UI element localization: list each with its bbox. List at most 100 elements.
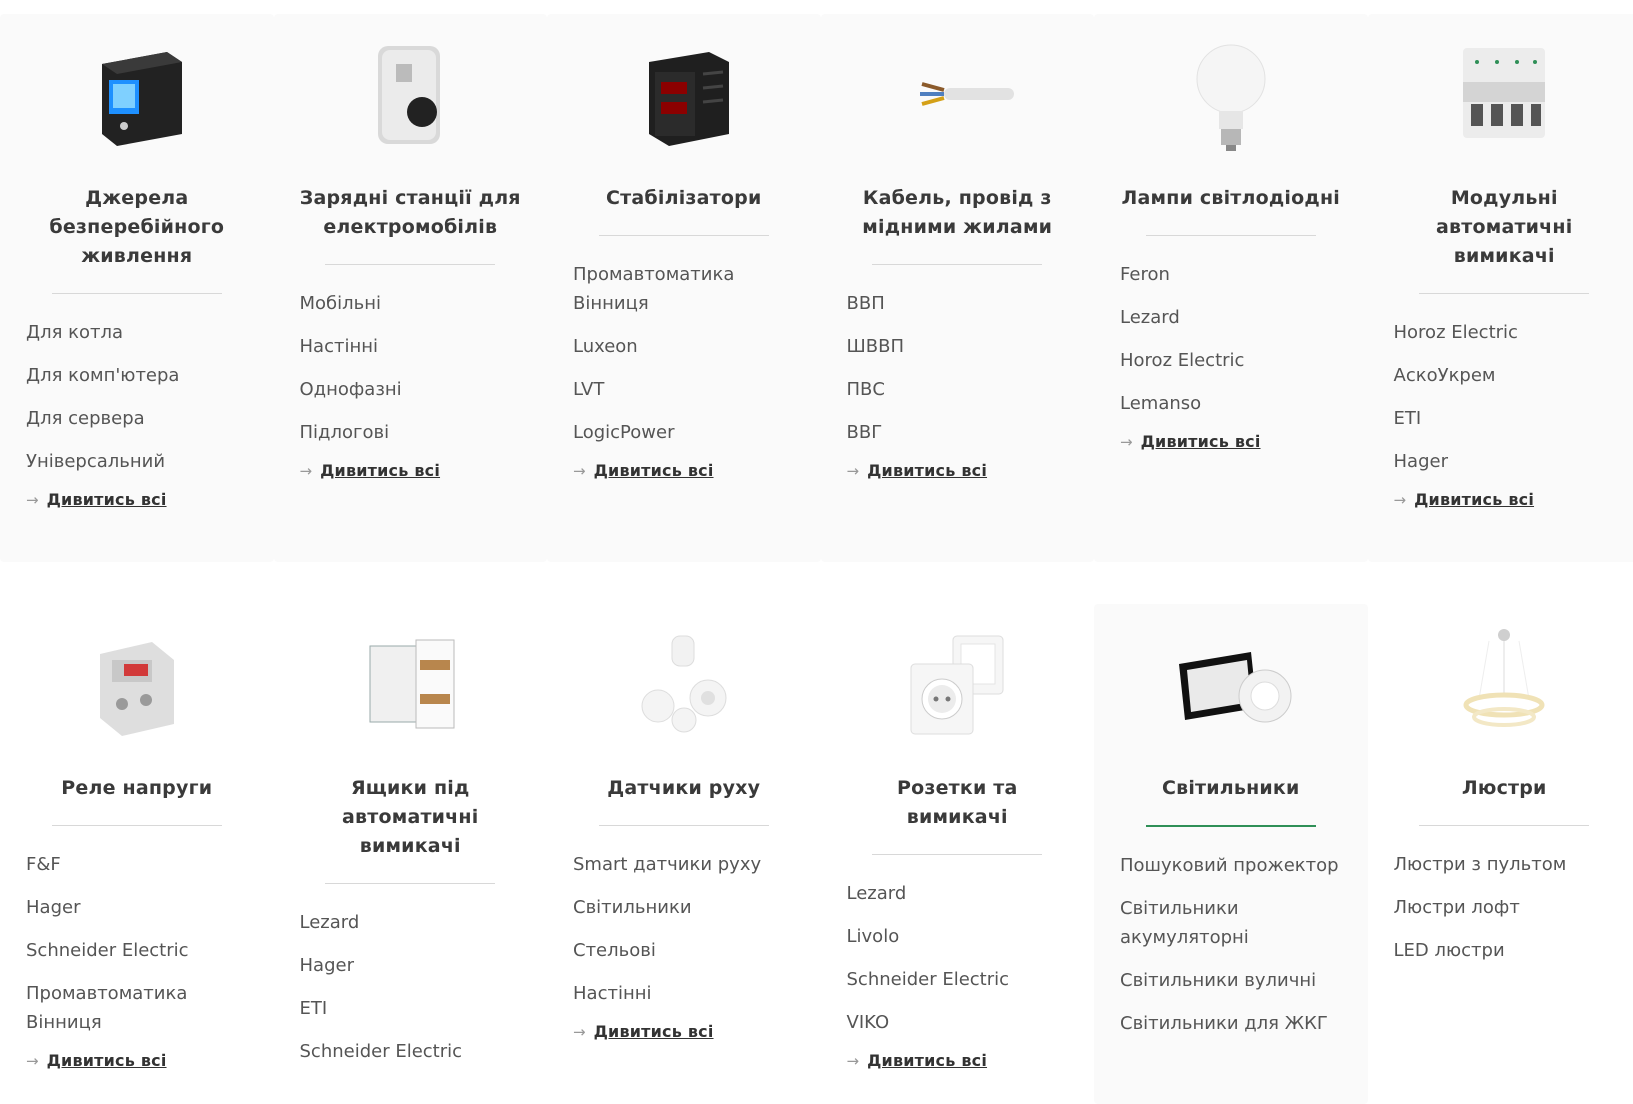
category-title[interactable]: Джерела безперебійного живлення xyxy=(26,174,248,271)
ev-charger-icon[interactable] xyxy=(300,14,522,174)
subcategory-link[interactable]: Для сервера xyxy=(26,404,248,433)
subcategory-link[interactable]: Livolo xyxy=(847,922,1069,951)
divider xyxy=(1419,293,1589,294)
see-all-link[interactable]: → Дивитись всі xyxy=(300,461,522,480)
category-title[interactable]: Модульні автоматичні вимикачі xyxy=(1394,174,1616,271)
subcategory-list: ВВП ШВВП ПВС ВВГ xyxy=(847,289,1069,461)
subcategory-link[interactable]: ETI xyxy=(1394,404,1616,433)
divider xyxy=(52,293,222,294)
subcategory-link[interactable]: Промавтоматика Вінниця xyxy=(26,979,248,1037)
subcategory-link[interactable]: Настінні xyxy=(573,979,795,1008)
category-title[interactable]: Датчики руху xyxy=(573,764,795,803)
subcategory-link[interactable]: Люстри лофт xyxy=(1394,893,1616,922)
stabilizer-icon[interactable] xyxy=(573,14,795,174)
category-title[interactable]: Зарядні станції для електромобілів xyxy=(300,174,522,242)
subcategory-link[interactable]: Світильники вуличні xyxy=(1120,966,1342,995)
subcategory-link[interactable]: Hager xyxy=(1394,447,1616,476)
divider xyxy=(599,825,769,826)
arrow-right-icon: → xyxy=(847,462,860,480)
subcategory-link[interactable]: Schneider Electric xyxy=(300,1037,522,1066)
subcategory-list: Для котла Для комп'ютера Для сервера Уні… xyxy=(26,318,248,490)
subcategory-link[interactable]: Lezard xyxy=(1120,303,1342,332)
subcategory-list: Мобільні Настінні Однофазні Підлогові xyxy=(300,289,522,461)
led-bulb-icon[interactable] xyxy=(1120,14,1342,174)
voltage-relay-icon[interactable] xyxy=(26,604,248,764)
see-all-link[interactable]: → Дивитись всі xyxy=(1120,432,1342,451)
subcategory-list: Horoz Electric АскоУкрем ETI Hager xyxy=(1394,318,1616,490)
subcategory-list: Люстри з пультом Люстри лофт LED люстри xyxy=(1394,850,1616,979)
category-card-chandeliers: Люстри Люстри з пультом Люстри лофт LED … xyxy=(1368,604,1633,1104)
subcategory-link[interactable]: Підлогові xyxy=(300,418,522,447)
subcategory-link[interactable]: Пошуковий прожектор xyxy=(1120,851,1342,880)
divider xyxy=(325,264,495,265)
subcategory-link[interactable]: Hager xyxy=(26,893,248,922)
divider xyxy=(1146,235,1316,236)
circuit-breaker-icon[interactable] xyxy=(1394,14,1616,174)
cable-icon[interactable] xyxy=(847,14,1069,174)
category-title[interactable]: Розетки та вимикачі xyxy=(847,764,1069,832)
subcategory-link[interactable]: Lezard xyxy=(847,879,1069,908)
category-card-distribution-boxes: Ящики під автоматичні вимикачі Lezard Ha… xyxy=(274,604,548,1104)
subcategory-link[interactable]: Світильники акумуляторні xyxy=(1120,894,1342,952)
subcategory-link[interactable]: ВВГ xyxy=(847,418,1069,447)
chandelier-icon[interactable] xyxy=(1394,604,1616,764)
subcategory-link[interactable]: LED люстри xyxy=(1394,936,1616,965)
subcategory-link[interactable]: Світильники для ЖКГ xyxy=(1120,1009,1342,1038)
subcategory-link[interactable]: LogicPower xyxy=(573,418,795,447)
subcategory-link[interactable]: АскоУкрем xyxy=(1394,361,1616,390)
subcategory-link[interactable]: ETI xyxy=(300,994,522,1023)
subcategory-list: Lezard Livolo Schneider Electric VIKO xyxy=(847,879,1069,1051)
see-all-link[interactable]: → Дивитись всі xyxy=(573,1022,795,1041)
subcategory-link[interactable]: Lezard xyxy=(300,908,522,937)
subcategory-link[interactable]: Hager xyxy=(300,951,522,980)
see-all-link[interactable]: → Дивитись всі xyxy=(1394,490,1616,509)
floodlight-icon[interactable] xyxy=(1120,604,1342,764)
category-row-2: Реле напруги F&F Hager Schneider Electri… xyxy=(0,604,1633,1104)
divider xyxy=(599,235,769,236)
motion-sensor-icon[interactable] xyxy=(573,604,795,764)
subcategory-link[interactable]: Для комп'ютера xyxy=(26,361,248,390)
subcategory-link[interactable]: Однофазні xyxy=(300,375,522,404)
subcategory-link[interactable]: Настінні xyxy=(300,332,522,361)
subcategory-link[interactable]: Horoz Electric xyxy=(1120,346,1342,375)
subcategory-link[interactable]: Horoz Electric xyxy=(1394,318,1616,347)
category-title[interactable]: Світильники xyxy=(1120,764,1342,803)
see-all-link[interactable]: → Дивитись всі xyxy=(26,490,248,509)
category-title[interactable]: Кабель, провід з мідними жилами xyxy=(847,174,1069,242)
subcategory-link[interactable]: Feron xyxy=(1120,260,1342,289)
see-all-link[interactable]: → Дивитись всі xyxy=(847,461,1069,480)
subcategory-link[interactable]: ПВС xyxy=(847,375,1069,404)
subcategory-link[interactable]: Schneider Electric xyxy=(847,965,1069,994)
subcategory-link[interactable]: F&F xyxy=(26,850,248,879)
subcategory-link[interactable]: Для котла xyxy=(26,318,248,347)
category-card-motion-sensors: Датчики руху Smart датчики руху Світильн… xyxy=(547,604,821,1104)
subcategory-link[interactable]: Lemanso xyxy=(1120,389,1342,418)
subcategory-list: Lezard Hager ETI Schneider Electric xyxy=(300,908,522,1080)
category-title[interactable]: Ящики під автоматичні вимикачі xyxy=(300,764,522,861)
subcategory-link[interactable]: Smart датчики руху xyxy=(573,850,795,879)
subcategory-link[interactable]: LVT xyxy=(573,375,795,404)
category-title[interactable]: Реле напруги xyxy=(26,764,248,803)
subcategory-link[interactable]: Універсальний xyxy=(26,447,248,476)
subcategory-link[interactable]: Luxeon xyxy=(573,332,795,361)
subcategory-link[interactable]: ШВВП xyxy=(847,332,1069,361)
see-all-link[interactable]: → Дивитись всі xyxy=(26,1051,248,1070)
subcategory-link[interactable]: Світильники xyxy=(573,893,795,922)
subcategory-link[interactable]: VIKO xyxy=(847,1008,1069,1037)
socket-icon[interactable] xyxy=(847,604,1069,764)
distribution-box-icon[interactable] xyxy=(300,604,522,764)
see-all-link[interactable]: → Дивитись всі xyxy=(573,461,795,480)
subcategory-link[interactable]: Промавтоматика Вінниця xyxy=(573,260,795,318)
subcategory-link[interactable]: Schneider Electric xyxy=(26,936,248,965)
subcategory-link[interactable]: ВВП xyxy=(847,289,1069,318)
subcategory-link[interactable]: Мобільні xyxy=(300,289,522,318)
category-title[interactable]: Люстри xyxy=(1394,764,1616,803)
see-all-link[interactable]: → Дивитись всі xyxy=(847,1051,1069,1070)
subcategory-link[interactable]: Стельові xyxy=(573,936,795,965)
arrow-right-icon: → xyxy=(573,462,586,480)
ups-icon[interactable] xyxy=(26,14,248,174)
category-card-led-bulbs: Лампи світлодіодні Feron Lezard Horoz El… xyxy=(1094,14,1368,562)
category-title[interactable]: Лампи світлодіодні xyxy=(1120,174,1342,213)
category-title[interactable]: Стабілізатори xyxy=(573,174,795,213)
subcategory-link[interactable]: Люстри з пультом xyxy=(1394,850,1616,879)
